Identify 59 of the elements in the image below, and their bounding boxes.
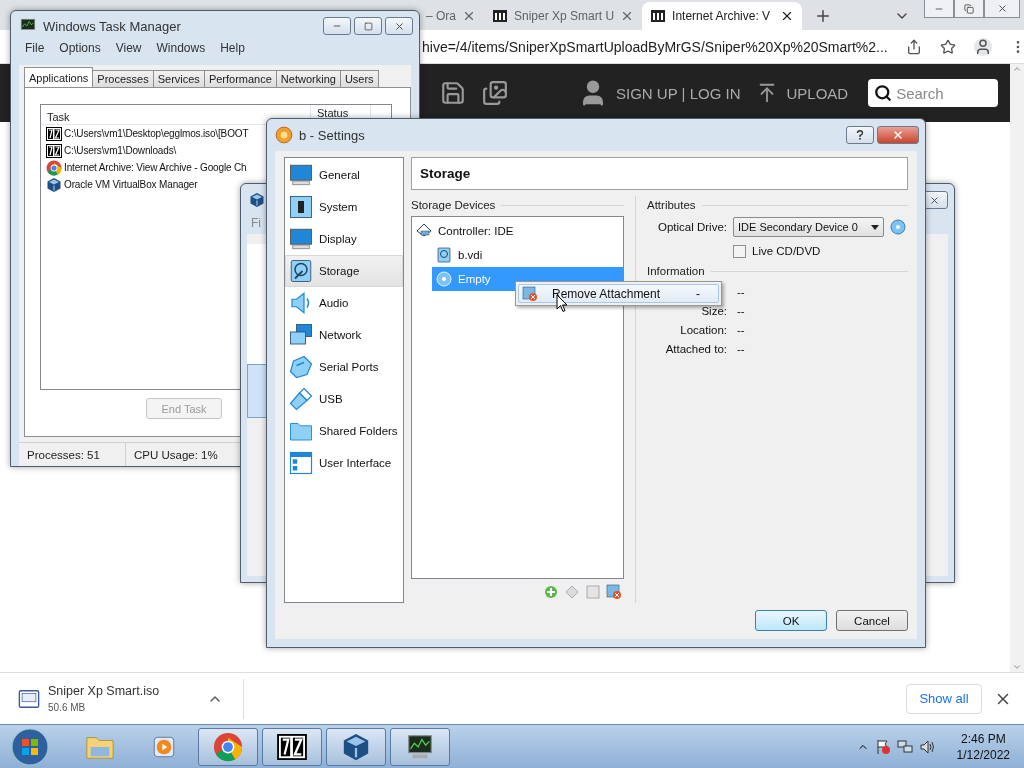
category-item[interactable]: Display: [285, 223, 403, 255]
task-name[interactable]: Internet Archive: View Archive - Google Ch: [64, 162, 247, 173]
dialog-button[interactable]: OK: [755, 610, 827, 631]
menu-item[interactable]: Remove Attachment -: [518, 284, 719, 303]
field-label: Optical Drive:: [656, 221, 727, 233]
dialog-button[interactable]: Cancel: [836, 610, 908, 631]
info-value: --: [737, 323, 745, 336]
tree-item[interactable]: Controller: IDE: [412, 219, 623, 243]
tab[interactable]: Applications: [24, 67, 94, 87]
window-title: Windows Task Manager: [43, 18, 181, 34]
info-label: Location:: [680, 323, 727, 336]
category-item[interactable]: Storage: [285, 255, 403, 287]
tab[interactable]: Processes: [92, 70, 154, 87]
browser-tab[interactable]: Sniper Xp Smart U: [484, 2, 643, 30]
category-item[interactable]: Network: [285, 319, 403, 351]
category-item[interactable]: General: [285, 159, 403, 191]
download-size: 50.6 MB: [48, 702, 87, 713]
task-name[interactable]: C:\Users\vm1\Downloads\: [64, 145, 177, 156]
category-item[interactable]: USB: [285, 383, 403, 415]
browser-tab[interactable]: – Ora: [418, 2, 484, 30]
task-name[interactable]: C:\Users\vm1\Desktop\egglmos.iso\[BOOT: [64, 128, 249, 139]
info-value: --: [737, 304, 745, 317]
window-title: b - Settings: [299, 127, 365, 143]
tab[interactable]: Performance: [203, 70, 277, 87]
browser-tab[interactable]: Internet Archive: V: [642, 2, 803, 30]
info-label: Attached to:: [665, 342, 727, 355]
show-all-button[interactable]: Show all: [906, 683, 982, 714]
optical-drive-dropdown[interactable]: IDE Secondary Device 0: [733, 217, 884, 237]
search-field[interactable]: Search: [868, 79, 999, 107]
tree-item[interactable]: b.vdi: [432, 243, 623, 267]
menu-item[interactable]: File: [25, 41, 45, 59]
group-title: Attributes: [647, 199, 696, 211]
page-title: Storage: [411, 157, 908, 190]
task-name[interactable]: Oracle VM VirtualBox Manager: [64, 179, 198, 190]
tab[interactable]: Users: [339, 70, 379, 87]
clock-date[interactable]: 1/12/2022: [956, 747, 1010, 762]
tab[interactable]: Networking: [275, 70, 341, 87]
category-item[interactable]: User Interface: [285, 447, 403, 479]
category-item[interactable]: System: [285, 191, 403, 223]
category-item[interactable]: Serial Ports: [285, 351, 403, 383]
sign-up-log-in-link[interactable]: SIGN UP | LOG IN: [616, 84, 741, 102]
clock-time[interactable]: 2:46 PM: [960, 731, 1006, 746]
status-text: Processes: 51: [19, 443, 126, 466]
menu-item[interactable]: Options: [59, 41, 101, 59]
menu-item[interactable]: View: [115, 41, 142, 59]
download-filename[interactable]: Sniper Xp Smart.iso: [48, 684, 160, 698]
menu-item[interactable]: Help: [220, 41, 245, 59]
info-value: --: [737, 342, 745, 355]
tab[interactable]: Services: [152, 70, 205, 87]
menu-item[interactable]: Windows: [156, 41, 206, 59]
group-title: Information: [647, 265, 705, 277]
info-value: --: [737, 285, 745, 298]
address-field[interactable]: hive=/4/items/SniperXpSmartUploadByMrGS/Sniper%20Xp%20Smart%2...: [422, 38, 888, 55]
checkbox-label[interactable]: Live CD/DVD: [752, 245, 821, 257]
info-label: Size:: [701, 304, 727, 317]
category-item[interactable]: Shared Folders: [285, 415, 403, 447]
upload-link[interactable]: UPLOAD: [786, 84, 849, 102]
category-item[interactable]: Audio: [285, 287, 403, 319]
group-title: Storage Devices: [411, 199, 496, 211]
